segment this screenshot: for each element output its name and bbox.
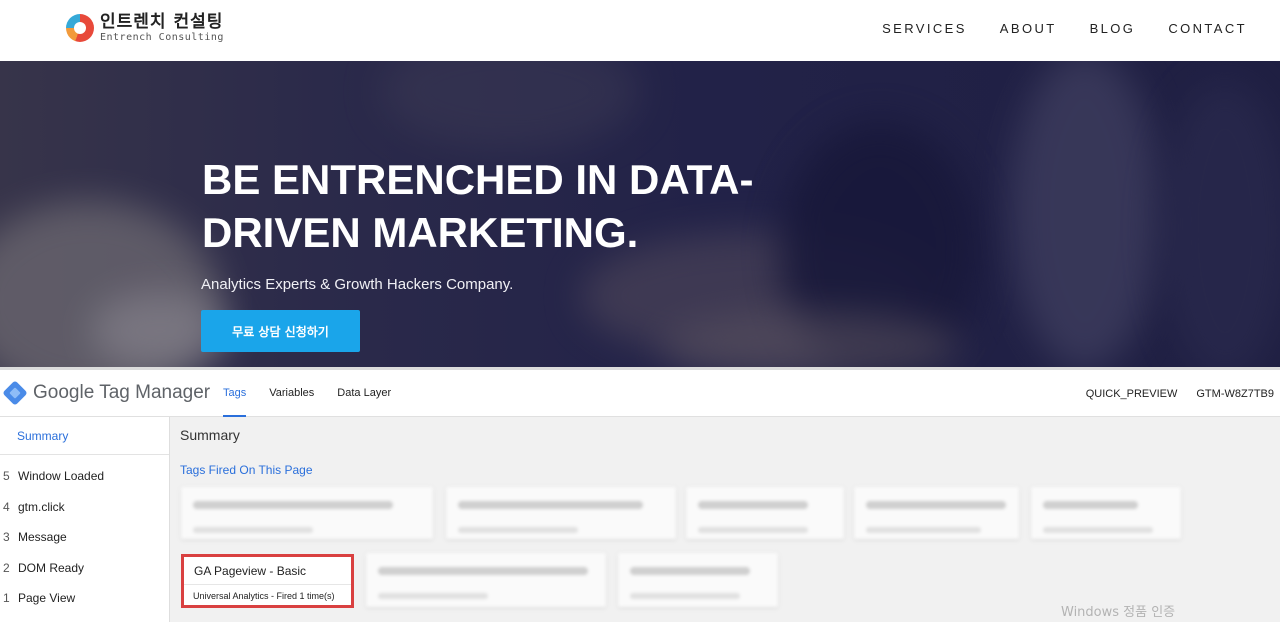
event-number: 4 — [3, 499, 10, 514]
sidebar-item-window-loaded[interactable]: 5 Window Loaded — [0, 461, 169, 492]
logo-korean-text: 인트렌치 컨설팅 — [100, 12, 224, 32]
summary-title: Summary — [180, 427, 240, 443]
blurred-tag-card[interactable] — [686, 487, 844, 539]
quick-preview-label: QUICK_PREVIEW — [1085, 388, 1178, 400]
blurred-tag-card[interactable] — [181, 487, 433, 539]
event-list: 5 Window Loaded 4 gtm.click 3 Message 2 … — [0, 461, 169, 614]
sidebar-item-summary[interactable]: Summary — [0, 417, 169, 455]
gtm-toolbar: Google Tag Manager Tags Variables Data L… — [0, 370, 1280, 417]
nav-about[interactable]: ABOUT — [1000, 21, 1057, 36]
event-number: 2 — [3, 560, 10, 575]
windows-activation-watermark: Windows 정품 인증 — [1061, 605, 1176, 620]
tab-tags[interactable]: Tags — [223, 370, 247, 417]
site-logo[interactable]: 인트렌치 컨설팅 Entrench Consulting — [66, 12, 224, 44]
event-number: 5 — [3, 469, 10, 484]
site-header: 인트렌치 컨설팅 Entrench Consulting SERVICES AB… — [0, 0, 1280, 61]
sidebar-item-dom-ready[interactable]: 2 DOM Ready — [0, 553, 169, 584]
blurred-tag-card[interactable] — [854, 487, 1019, 539]
blurred-tag-card[interactable] — [366, 553, 606, 607]
free-consultation-button[interactable]: 무료 상담 신청하기 — [201, 310, 360, 352]
sidebar-item-page-view[interactable]: 1 Page View — [0, 583, 169, 614]
tag-status: Universal Analytics - Fired 1 time(s) — [193, 591, 335, 601]
blurred-tag-card[interactable] — [446, 487, 676, 539]
main-nav: SERVICES ABOUT BLOG CONTACT — [882, 21, 1247, 36]
hero-subtitle: Analytics Experts & Growth Hackers Compa… — [201, 276, 514, 293]
event-label: Message — [18, 530, 67, 545]
hero-banner: BE ENTRENCHED IN DATA-DRIVEN MARKETING. … — [0, 61, 1280, 367]
tab-data-layer[interactable]: Data Layer — [337, 370, 391, 417]
sidebar-item-gtm-click[interactable]: 4 gtm.click — [0, 492, 169, 523]
nav-blog[interactable]: BLOG — [1090, 21, 1136, 36]
container-id: GTM-W8Z7TB9 — [1196, 388, 1274, 400]
blurred-tag-card[interactable] — [1031, 487, 1181, 539]
tag-name: GA Pageview - Basic — [194, 564, 307, 578]
event-label: Window Loaded — [18, 469, 105, 484]
logo-english-text: Entrench Consulting — [100, 32, 224, 43]
nav-contact[interactable]: CONTACT — [1168, 21, 1247, 36]
hero-title: BE ENTRENCHED IN DATA-DRIVEN MARKETING. — [202, 156, 754, 256]
blurred-tag-card[interactable] — [618, 553, 778, 607]
event-number: 3 — [3, 530, 10, 545]
gtm-logo: Google Tag Manager — [2, 380, 211, 406]
gtm-product-name: Google Tag Manager — [33, 382, 211, 403]
event-number: 1 — [3, 591, 10, 606]
sidebar-item-message[interactable]: 3 Message — [0, 522, 169, 553]
event-label: DOM Ready — [18, 560, 85, 575]
nav-services[interactable]: SERVICES — [882, 21, 967, 36]
event-label: Page View — [18, 591, 76, 606]
logo-mark-icon — [66, 14, 94, 42]
tags-fired-heading: Tags Fired On This Page — [180, 463, 313, 477]
event-sidebar: Summary 5 Window Loaded 4 gtm.click 3 Me… — [0, 417, 170, 622]
tag-card-ga-pageview[interactable]: GA Pageview - Basic Universal Analytics … — [181, 554, 354, 608]
event-label: gtm.click — [18, 499, 65, 514]
gtm-diamond-icon — [2, 380, 28, 406]
sidebar-summary-label: Summary — [17, 429, 69, 443]
tab-variables[interactable]: Variables — [269, 370, 314, 417]
gtm-tabs: Tags Variables Data Layer — [223, 370, 391, 417]
